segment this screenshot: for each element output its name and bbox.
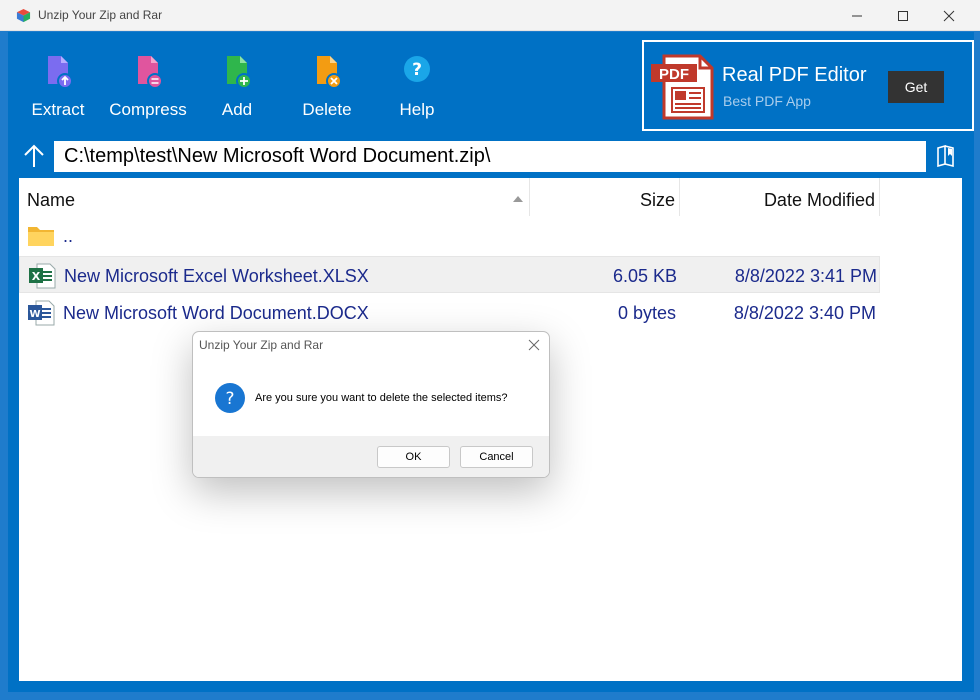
extract-icon (48, 56, 73, 89)
add-button[interactable]: Add (194, 54, 280, 124)
ad-banner[interactable]: PDF Real PDF Editor Best PDF App Get (642, 40, 974, 131)
close-window-button[interactable] (926, 0, 972, 31)
list-item-excel[interactable]: X New Microsoft Excel Worksheet.XLSX 6.0… (19, 256, 880, 293)
folder-icon (28, 227, 54, 246)
help-button[interactable]: ? Help (374, 54, 460, 124)
app-cube-icon (16, 8, 31, 23)
ad-subtitle: Best PDF App (723, 93, 811, 109)
dialog-title: Unzip Your Zip and Rar (199, 338, 324, 352)
file-date: 8/8/2022 3:41 PM (734, 266, 877, 286)
bookmark-icon[interactable] (936, 145, 956, 167)
delete-label: Delete (302, 100, 352, 119)
svg-text:PDF: PDF (659, 66, 689, 83)
dialog-footer: OK Cancel (193, 436, 549, 477)
help-icon: ? (404, 56, 430, 82)
ad-title: Real PDF Editor (722, 64, 867, 86)
extract-button[interactable]: Extract (15, 54, 101, 124)
column-header-size[interactable]: Size (530, 178, 680, 216)
dialog-message: Are you sure you want to delete the sele… (255, 392, 508, 404)
word-icon: W (28, 300, 55, 326)
delete-button[interactable]: Delete (284, 54, 370, 124)
file-size: 0 bytes (617, 303, 676, 323)
excel-icon: X (29, 263, 56, 289)
svg-text:W: W (29, 309, 40, 320)
cancel-button[interactable]: Cancel (460, 446, 533, 468)
add-label: Add (221, 100, 253, 119)
window-title: Unzip Your Zip and Rar (38, 8, 163, 22)
file-size: 6.05 KB (612, 266, 677, 286)
ok-button[interactable]: OK (377, 446, 450, 468)
column-header-name[interactable]: Name (19, 178, 530, 216)
file-name: New Microsoft Word Document.DOCX (63, 303, 369, 323)
title-bar: Unzip Your Zip and Rar (0, 0, 980, 31)
pdf-logo-icon: PDF (651, 54, 714, 120)
help-label: Help (399, 100, 435, 119)
file-date: 8/8/2022 3:40 PM (733, 303, 876, 323)
question-icon: ? (215, 383, 245, 413)
dialog-close-icon[interactable] (527, 338, 541, 352)
column-header-date[interactable]: Date Modified (680, 178, 880, 216)
delete-icon (317, 56, 342, 89)
list-item-word[interactable]: W New Microsoft Word Document.DOCX 0 byt… (19, 294, 880, 331)
confirm-delete-dialog: Unzip Your Zip and Rar ? Are you sure yo… (192, 331, 550, 478)
dialog-body: ? Are you sure you want to delete the se… (193, 358, 549, 436)
maximize-button[interactable] (880, 0, 926, 31)
extract-label: Extract (31, 100, 85, 119)
close-icon (943, 10, 955, 21)
compress-icon (138, 56, 163, 89)
svg-text:?: ? (225, 389, 234, 409)
minimize-button[interactable] (834, 0, 880, 31)
list-item-parent[interactable]: .. (19, 217, 880, 254)
path-input[interactable] (54, 141, 926, 172)
svg-text:X: X (32, 270, 41, 283)
compress-button[interactable]: Compress (105, 54, 191, 124)
file-name: .. (63, 226, 74, 246)
add-icon (227, 56, 252, 89)
minimize-icon (852, 15, 862, 16)
sort-ascending-icon (513, 196, 523, 202)
ad-get-button[interactable]: Get (888, 71, 944, 103)
file-name: New Microsoft Excel Worksheet.XLSX (64, 266, 369, 286)
compress-label: Compress (109, 100, 187, 119)
svg-text:?: ? (412, 60, 422, 80)
maximize-icon (898, 10, 908, 21)
up-arrow-icon[interactable] (22, 143, 46, 169)
